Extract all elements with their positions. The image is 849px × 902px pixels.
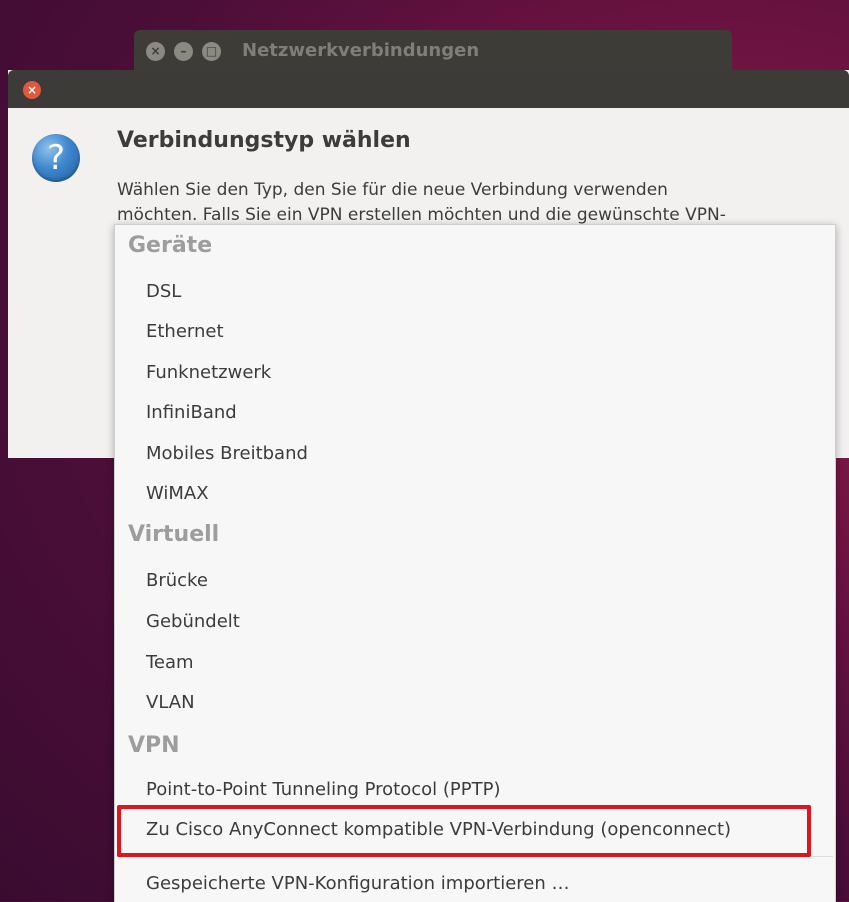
dialog-titlebar: ×: [8, 70, 849, 108]
window-title: Netzwerkverbindungen: [242, 40, 480, 61]
dialog-text-line1: Wählen Sie den Typ, den Sie für die neue…: [117, 180, 668, 200]
dialog-close-icon[interactable]: ×: [23, 81, 41, 99]
menu-item-funknetzwerk[interactable]: Funknetzwerk: [146, 362, 271, 383]
section-header-virtuell: Virtuell: [128, 522, 220, 547]
question-icon: ?: [32, 134, 80, 182]
menu-item-team[interactable]: Team: [146, 652, 194, 673]
menu-item-vlan[interactable]: VLAN: [146, 692, 195, 713]
menu-item-wimax[interactable]: WiMAX: [146, 483, 209, 504]
highlight-box: [117, 805, 811, 857]
menu-item-gebuendelt[interactable]: Gebündelt: [146, 611, 240, 632]
close-icon[interactable]: ×: [146, 42, 165, 61]
connection-type-menu: Geräte DSL Ethernet Funknetzwerk InfiniB…: [114, 224, 836, 902]
dialog-heading: Verbindungstyp wählen: [117, 128, 411, 153]
section-header-geraete: Geräte: [128, 233, 213, 258]
menu-item-mobiles-breitband[interactable]: Mobiles Breitband: [146, 443, 308, 464]
background-window-titlebar: × – □ Netzwerkverbindungen: [134, 30, 732, 74]
menu-item-ethernet[interactable]: Ethernet: [146, 321, 224, 342]
dialog-description: Wählen Sie den Typ, den Sie für die neue…: [117, 178, 827, 228]
menu-item-dsl[interactable]: DSL: [146, 281, 181, 302]
menu-item-import-vpn[interactable]: Gespeicherte VPN-Konfiguration importier…: [146, 873, 570, 894]
maximize-icon[interactable]: □: [202, 42, 221, 61]
menu-item-pptp[interactable]: Point-to-Point Tunneling Protocol (PPTP): [146, 779, 500, 800]
menu-item-bruecke[interactable]: Brücke: [146, 570, 208, 591]
minimize-icon[interactable]: –: [174, 42, 193, 61]
section-header-vpn: VPN: [128, 733, 180, 758]
menu-item-infiniband[interactable]: InfiniBand: [146, 402, 237, 423]
